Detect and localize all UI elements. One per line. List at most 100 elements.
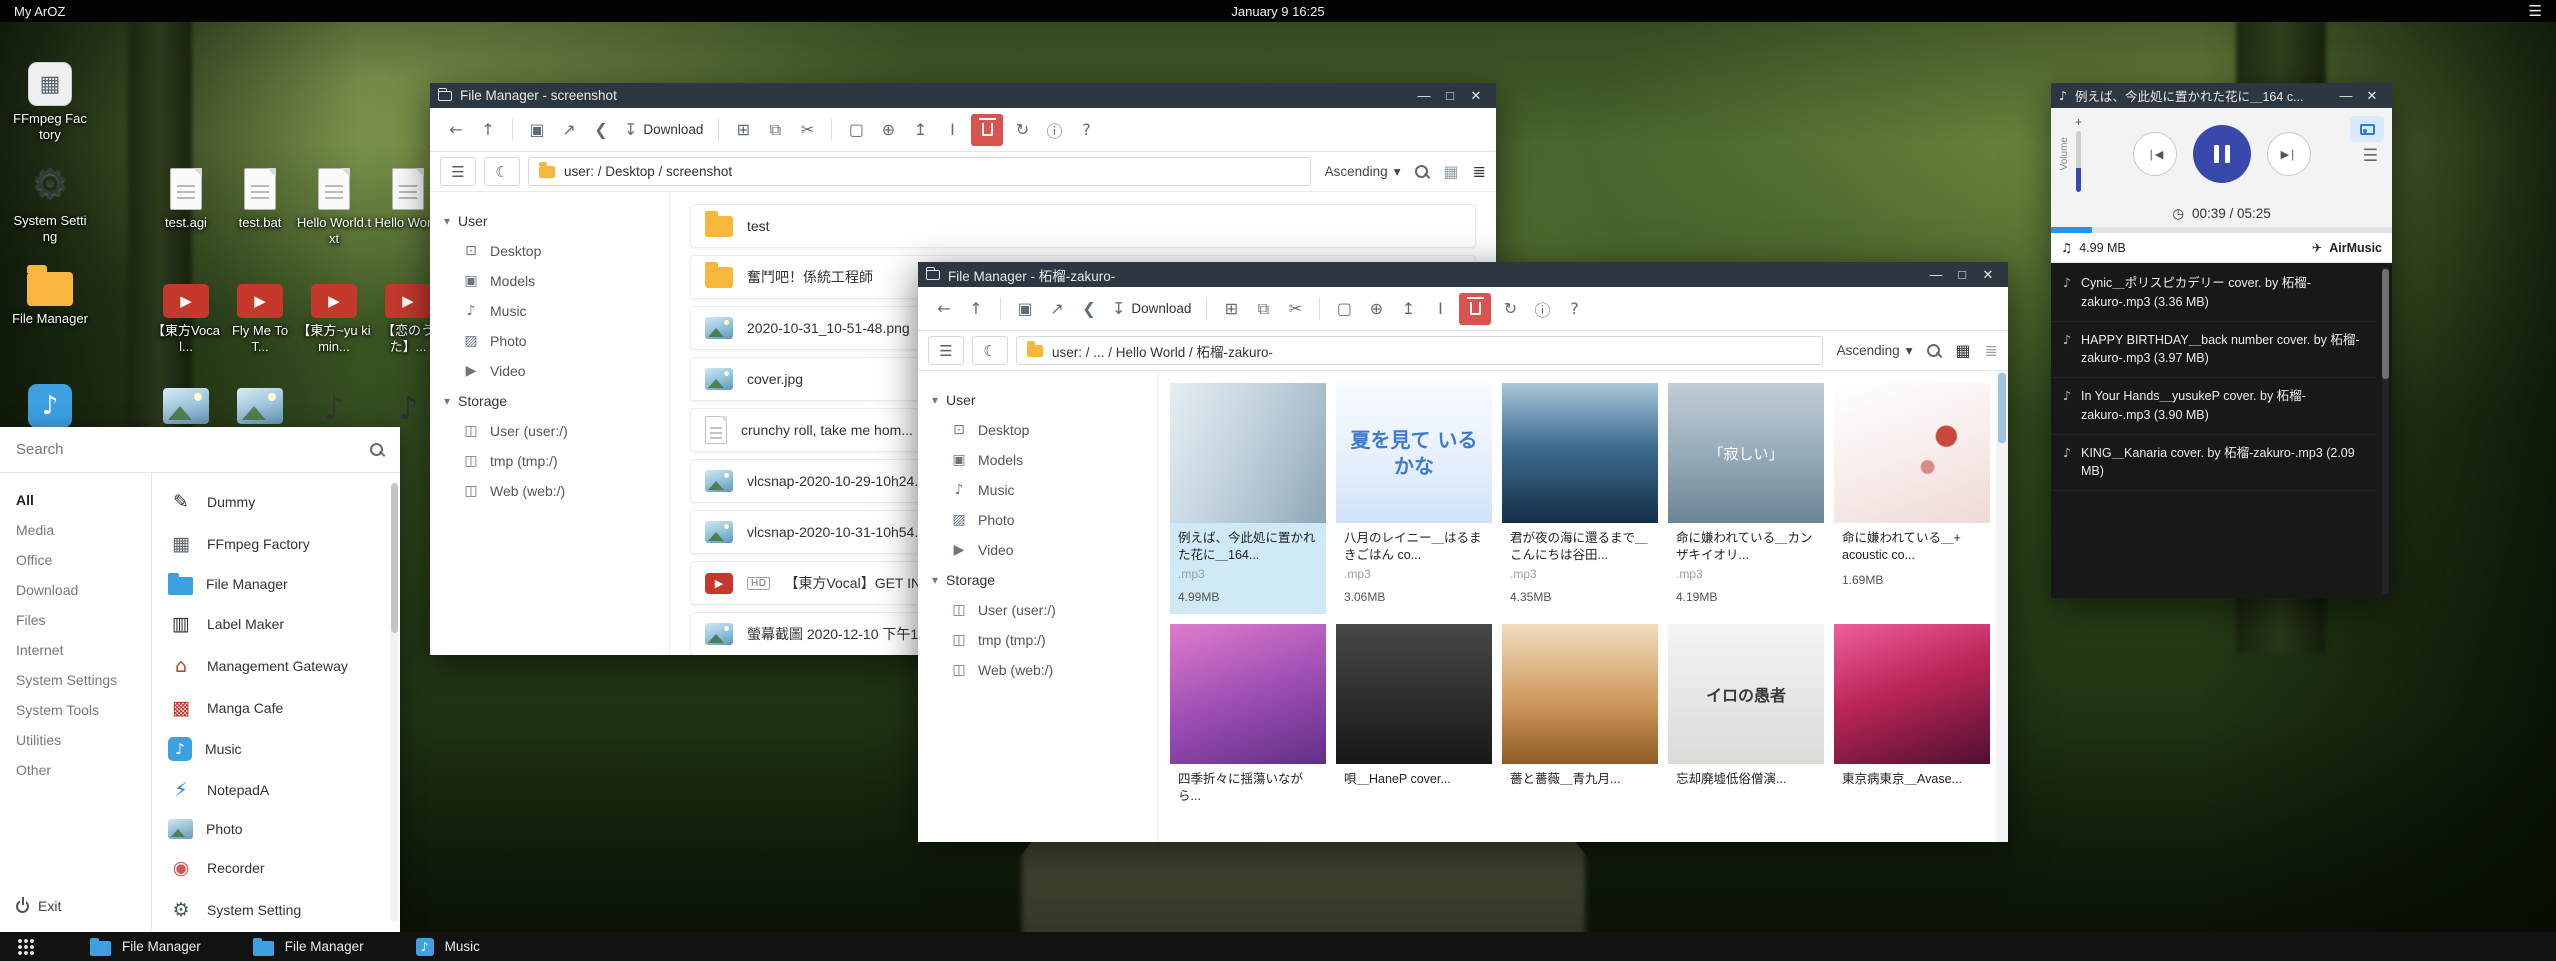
category-item[interactable]: System Tools: [0, 695, 151, 725]
file-tile[interactable]: 東京病東京＿Avase...: [1834, 624, 1990, 805]
category-item[interactable]: All: [0, 485, 151, 515]
info-icon[interactable]: ⓘ: [1038, 114, 1070, 146]
new-folder-icon[interactable]: ⊕: [872, 114, 904, 146]
minimize-button[interactable]: —: [1412, 88, 1436, 104]
download-button[interactable]: ↧ Download: [1105, 293, 1198, 325]
desktop-icon[interactable]: ⚙ System Setting: [12, 160, 88, 246]
file-tile[interactable]: 君が夜の海に還るまで＿こんにちは谷田... .mp3 4.35MB: [1502, 383, 1658, 614]
sort-dropdown[interactable]: Ascending ▾: [1325, 164, 1401, 180]
help-icon[interactable]: ?: [1070, 114, 1102, 146]
category-item[interactable]: Utilities: [0, 725, 151, 755]
previous-track-button[interactable]: ❘◀: [2133, 132, 2177, 176]
desktop-icon[interactable]: ▦ FFmpeg Factory: [12, 62, 88, 144]
share-icon[interactable]: ❮: [1073, 293, 1105, 325]
app-list-item[interactable]: ▩ Manga Cafe: [152, 687, 400, 729]
close-button[interactable]: ✕: [2360, 88, 2384, 104]
minimize-button[interactable]: —: [2334, 88, 2358, 104]
file-row[interactable]: test: [690, 204, 1476, 248]
sidebar-item[interactable]: ⊡ Desktop: [430, 236, 669, 266]
cut-icon[interactable]: ✂: [1279, 293, 1311, 325]
scrollbar[interactable]: [391, 483, 398, 922]
app-list-item[interactable]: ◉ Recorder: [152, 847, 400, 889]
volume-plus[interactable]: +: [2075, 116, 2082, 128]
open-in-new-icon[interactable]: ↗: [553, 114, 585, 146]
taskbar-task[interactable]: File Manager: [90, 938, 201, 956]
upload-icon[interactable]: ↥: [904, 114, 936, 146]
next-track-button[interactable]: ▶❘: [2267, 132, 2311, 176]
desktop-icon[interactable]: 【東方Vocal...: [148, 284, 224, 356]
maximize-button[interactable]: □: [1950, 267, 1974, 283]
sidebar-item[interactable]: ◫ Web (web:/): [918, 655, 1157, 685]
sidebar-item[interactable]: ♪ Music: [430, 296, 669, 326]
desktop-icon[interactable]: test.bat: [222, 168, 298, 231]
sidebar-item[interactable]: ◫ tmp (tmp:/): [918, 625, 1157, 655]
app-list-item[interactable]: ⚡ NotepadA: [152, 769, 400, 811]
grid-view-icon[interactable]: ▦: [1443, 162, 1458, 181]
taskbar-task[interactable]: ♪ Music: [416, 938, 480, 956]
search-icon[interactable]: [1414, 164, 1429, 179]
file-tile[interactable]: 薔と薔薇＿青九月...: [1502, 624, 1658, 805]
window-titlebar[interactable]: File Manager - 柘榴-zakuro- — □ ✕: [918, 262, 2008, 287]
file-tile[interactable]: イロの愚者 忘却廃墟低俗僧演...: [1668, 624, 1824, 805]
sidebar-toggle-button[interactable]: ☰: [440, 157, 476, 186]
rename-icon[interactable]: I: [936, 114, 968, 146]
sidebar-section-storage[interactable]: Storage: [430, 386, 669, 416]
dark-mode-button[interactable]: ☾: [972, 336, 1008, 365]
cut-icon[interactable]: ✂: [791, 114, 823, 146]
playlist-item[interactable]: ♪ Cynic＿ポリスピカデリー cover. by 柘榴-zakuro-.mp…: [2051, 265, 2376, 322]
copy-icon[interactable]: ⧉: [1247, 293, 1279, 325]
refresh-icon[interactable]: ↻: [1006, 114, 1038, 146]
sort-dropdown[interactable]: Ascending ▾: [1837, 343, 1913, 359]
delete-button[interactable]: [1459, 293, 1491, 325]
hamburger-menu-icon[interactable]: ☰: [2529, 2, 2542, 20]
scrollbar[interactable]: [2382, 267, 2389, 594]
app-launcher-button[interactable]: [12, 934, 38, 960]
playlist-item[interactable]: ♪ HAPPY BIRTHDAY＿back number cover. by 柘…: [2051, 322, 2376, 379]
app-list-item[interactable]: Photo: [152, 811, 400, 847]
maximize-button[interactable]: □: [1438, 88, 1462, 104]
file-tile[interactable]: 「寂しい」 命に嫌われている＿カンザキイオリ... .mp3 4.19MB: [1668, 383, 1824, 614]
search-input[interactable]: [16, 441, 359, 458]
volume-slider[interactable]: Volume +: [2059, 116, 2082, 192]
player-menu-button[interactable]: ☰: [2363, 146, 2378, 166]
window-titlebar[interactable]: ♪ 例えば、今此処に置かれた花に＿164 c... — ✕: [2051, 83, 2392, 108]
refresh-icon[interactable]: ↻: [1494, 293, 1526, 325]
app-list-item[interactable]: ✎ Dummy: [152, 481, 400, 523]
desktop-icon[interactable]: [148, 388, 224, 429]
info-icon[interactable]: ⓘ: [1526, 293, 1558, 325]
breadcrumb[interactable]: user: / ... / Hello World / 柘榴-zakuro-: [1016, 336, 1823, 365]
list-view-icon[interactable]: ≣: [1985, 341, 1998, 360]
desktop-icon[interactable]: test.agi: [148, 168, 224, 231]
list-view-icon[interactable]: ≣: [1473, 162, 1486, 181]
sidebar-item[interactable]: ♪ Music: [918, 475, 1157, 505]
minimize-button[interactable]: —: [1924, 267, 1948, 283]
app-list-item[interactable]: ⚙ System Setting: [152, 889, 400, 931]
category-item[interactable]: Media: [0, 515, 151, 545]
up-icon[interactable]: ↑: [472, 114, 504, 146]
sidebar-section-storage[interactable]: Storage: [918, 565, 1157, 595]
grid-view-icon[interactable]: ▦: [1955, 341, 1970, 360]
new-file-icon[interactable]: ▢: [1328, 293, 1360, 325]
sidebar-item[interactable]: ▶ Video: [430, 356, 669, 386]
upload-icon[interactable]: ↥: [1392, 293, 1424, 325]
pause-button[interactable]: [2193, 125, 2251, 183]
file-tile[interactable]: 唄＿HaneP cover...: [1336, 624, 1492, 805]
sidebar-item[interactable]: ▣ Models: [918, 445, 1157, 475]
category-item[interactable]: Files: [0, 605, 151, 635]
download-button[interactable]: ↧ Download: [617, 114, 710, 146]
progress-bar[interactable]: [2051, 227, 2392, 233]
exit-button[interactable]: Exit: [0, 886, 151, 924]
category-item[interactable]: Internet: [0, 635, 151, 665]
open-icon[interactable]: ▣: [521, 114, 553, 146]
close-button[interactable]: ✕: [1464, 88, 1488, 104]
sidebar-toggle-button[interactable]: ☰: [928, 336, 964, 365]
app-list-item[interactable]: ♪ Music: [152, 729, 400, 769]
paste-icon[interactable]: ⊞: [1215, 293, 1247, 325]
file-tile[interactable]: 四季折々に揺蕩いながら...: [1170, 624, 1326, 805]
window-titlebar[interactable]: File Manager - screenshot — □ ✕: [430, 83, 1496, 108]
sidebar-section-user[interactable]: User: [430, 206, 669, 236]
new-file-icon[interactable]: ▢: [840, 114, 872, 146]
file-tile[interactable]: 夏を見て いるかな 八月のレイニー＿はるまきごはん co... .mp3 3.0…: [1336, 383, 1492, 614]
sidebar-item[interactable]: ◫ Web (web:/): [430, 476, 669, 506]
category-item[interactable]: Download: [0, 575, 151, 605]
